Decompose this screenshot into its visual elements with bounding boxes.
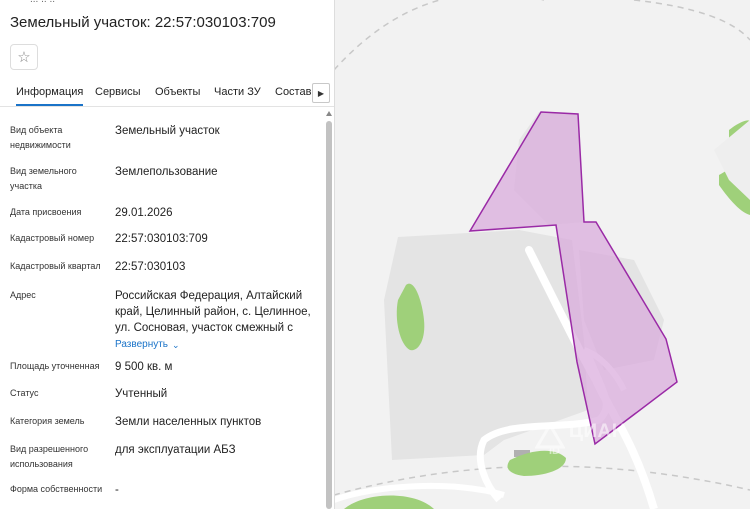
tab-services[interactable]: Сервисы	[95, 86, 141, 98]
tab-composition[interactable]: Состав	[275, 86, 311, 98]
field-label: Категория земель	[10, 416, 85, 426]
field-label: Вид объекта недвижимости	[10, 125, 71, 150]
chevron-down-icon: ⌄	[172, 340, 180, 350]
field-label: Адрес	[10, 290, 36, 300]
field-value: -	[115, 484, 119, 496]
field-value: 9 500 кв. м	[115, 361, 173, 373]
field-label: Статус	[10, 388, 39, 398]
field-value: Землепользование	[115, 166, 218, 178]
field-label: Площадь уточненная	[10, 361, 100, 371]
tab-parts[interactable]: Части ЗУ	[214, 86, 261, 98]
field-value: 22:57:030103:709	[115, 233, 208, 245]
field-label: Кадастровый номер	[10, 233, 95, 243]
field-label: Вид разрешенного использования	[10, 444, 89, 469]
field-label: Дата присвоения	[10, 207, 82, 217]
expand-address-link[interactable]: Развернуть ⌄	[115, 337, 315, 353]
tabs-next-button[interactable]: ▶	[312, 83, 330, 103]
watermark-text: ЦИАН	[569, 421, 626, 442]
favorite-button[interactable]: ☆	[10, 44, 38, 70]
field-value: Учтенный	[115, 388, 168, 400]
field-value: для эксплуатации АБЗ	[115, 444, 236, 456]
field-value: Земли населенных пунктов	[115, 416, 262, 428]
field-label: Форма собственности	[10, 484, 103, 494]
field-value: Российская Федерация, Алтайский край, Це…	[115, 288, 315, 353]
field-label: Кадастровый квартал	[10, 261, 101, 271]
tab-information[interactable]: Информация	[16, 86, 84, 106]
watermark-logo: ЦИАН ID	[533, 419, 668, 463]
page-title: Земельный участок: 22:57:030103:709	[10, 14, 276, 31]
address-text: Российская Федерация, Алтайский край, Це…	[115, 290, 311, 334]
chevron-right-icon: ▶	[317, 88, 325, 98]
expand-label: Развернуть	[115, 339, 169, 350]
watermark-sub: ID	[549, 445, 560, 457]
star-icon: ☆	[17, 49, 31, 66]
field-value: 29.01.2026	[115, 207, 173, 219]
scroll-up-icon[interactable]	[326, 111, 332, 116]
field-value: Земельный участок	[115, 125, 220, 137]
field-value: 22:57:030103	[115, 261, 186, 273]
breadcrumb[interactable]: ... .. ..	[30, 0, 55, 5]
info-panel: ... .. .. Земельный участок: 22:57:03010…	[0, 0, 335, 509]
tab-objects[interactable]: Объекты	[155, 86, 200, 98]
tab-bar: Информация Сервисы Объекты Части ЗУ Сост…	[0, 80, 334, 107]
field-label: Вид земельного участка	[10, 166, 77, 191]
scrollbar-thumb[interactable]	[326, 121, 332, 509]
